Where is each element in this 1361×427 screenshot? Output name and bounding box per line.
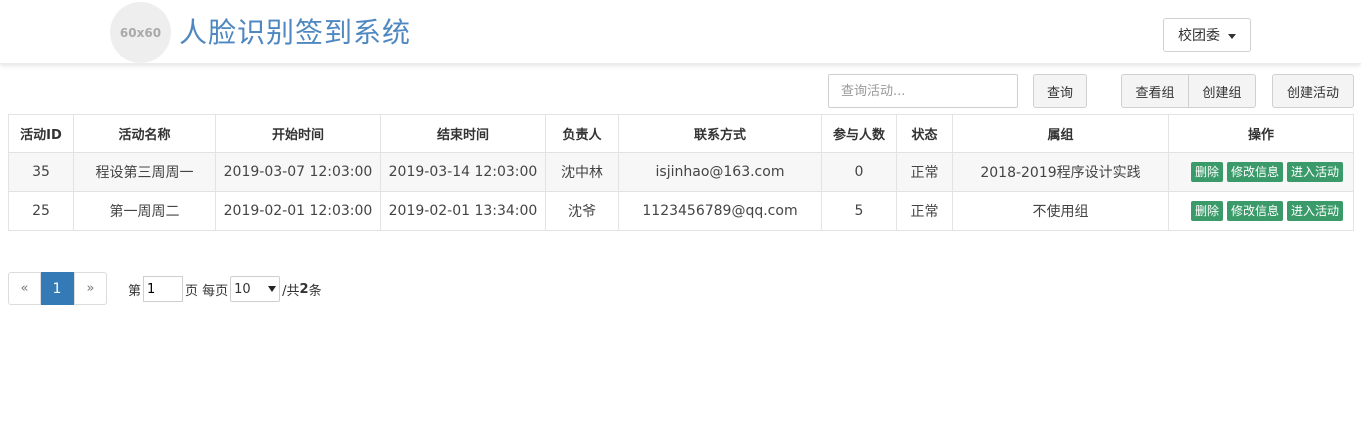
top-header: 60x60 人脸识别签到系统 校团委 [0, 0, 1361, 64]
cell-group: 2018-2019程序设计实践 [952, 152, 1169, 192]
cell-name: 第一周周二 [73, 191, 216, 231]
cell-owner: 沈爷 [545, 191, 619, 231]
logo-placeholder: 60x60 [110, 2, 171, 63]
query-button[interactable]: 查询 [1033, 74, 1087, 108]
column-header-name: 活动名称 [73, 114, 216, 153]
page-info: 第 页 每页 10 /共 2 条 [128, 276, 322, 302]
page-button-current[interactable]: 1 [41, 272, 74, 305]
column-header-actions: 操作 [1168, 114, 1354, 153]
column-header-count: 参与人数 [821, 114, 897, 153]
page-size-label: 页 每页 [185, 283, 229, 299]
cell-count: 0 [821, 152, 897, 192]
column-header-end: 结束时间 [380, 114, 546, 153]
column-header-start: 开始时间 [215, 114, 381, 153]
cell-contact: 1123456789@qq.com [618, 191, 822, 231]
select-caret-icon [268, 286, 277, 292]
page-size-value: 10 [234, 281, 251, 297]
total-prefix-label: /共 [282, 283, 300, 299]
cell-end: 2019-03-14 12:03:00 [380, 152, 546, 192]
create-activity-button[interactable]: 创建活动 [1272, 74, 1354, 108]
column-header-contact: 联系方式 [618, 114, 822, 153]
page-prefix-label: 第 [128, 283, 142, 299]
user-menu-dropdown[interactable]: 校团委 [1163, 18, 1251, 52]
total-suffix-label: 条 [308, 283, 322, 299]
column-header-id: 活动ID [8, 114, 74, 153]
activity-table: 活动ID 活动名称 开始时间 结束时间 负责人 联系方式 参与人数 状态 属组 … [8, 114, 1354, 231]
delete-button[interactable]: 删除 [1190, 201, 1223, 221]
page-size-select[interactable]: 10 [230, 276, 281, 302]
user-menu-label: 校团委 [1178, 28, 1220, 44]
cell-start: 2019-02-01 12:03:00 [215, 191, 381, 231]
enter-activity-button[interactable]: 进入活动 [1286, 201, 1343, 221]
view-group-button[interactable]: 查看组 [1121, 74, 1189, 108]
activity-search-input[interactable] [828, 74, 1018, 108]
cell-owner: 沈中林 [545, 152, 619, 192]
cell-actions: 删除 修改信息 进入活动 [1168, 191, 1354, 231]
cell-actions: 删除 修改信息 进入活动 [1168, 152, 1354, 192]
cell-id: 35 [8, 152, 74, 192]
column-header-status: 状态 [896, 114, 953, 153]
cell-status: 正常 [896, 191, 953, 231]
column-header-owner: 负责人 [545, 114, 619, 153]
create-group-button[interactable]: 创建组 [1188, 74, 1256, 108]
cell-name: 程设第三周周一 [73, 152, 216, 192]
next-page-button[interactable]: » [74, 272, 107, 305]
cell-count: 5 [821, 191, 897, 231]
cell-group: 不使用组 [952, 191, 1169, 231]
edit-info-button[interactable]: 修改信息 [1226, 162, 1283, 182]
table-row: 35 程设第三周周一 2019-03-07 12:03:00 2019-03-1… [8, 152, 1354, 192]
enter-activity-button[interactable]: 进入活动 [1286, 162, 1343, 182]
page-number-input[interactable] [143, 276, 184, 302]
column-header-group: 属组 [952, 114, 1169, 153]
table-header-row: 活动ID 活动名称 开始时间 结束时间 负责人 联系方式 参与人数 状态 属组 … [8, 114, 1354, 153]
cell-start: 2019-03-07 12:03:00 [215, 152, 381, 192]
delete-button[interactable]: 删除 [1190, 162, 1223, 182]
caret-down-icon [1228, 33, 1236, 39]
app-title: 人脸识别签到系统 [179, 16, 412, 49]
table-row: 25 第一周周二 2019-02-01 12:03:00 2019-02-01 … [8, 191, 1354, 231]
cell-status: 正常 [896, 152, 953, 192]
total-count: 2 [299, 281, 309, 297]
edit-info-button[interactable]: 修改信息 [1226, 201, 1283, 221]
prev-page-button[interactable]: « [8, 272, 41, 305]
pagination: « 1 » [8, 272, 107, 305]
cell-end: 2019-02-01 13:34:00 [380, 191, 546, 231]
cell-id: 25 [8, 191, 74, 231]
cell-contact: isjinhao@163.com [618, 152, 822, 192]
